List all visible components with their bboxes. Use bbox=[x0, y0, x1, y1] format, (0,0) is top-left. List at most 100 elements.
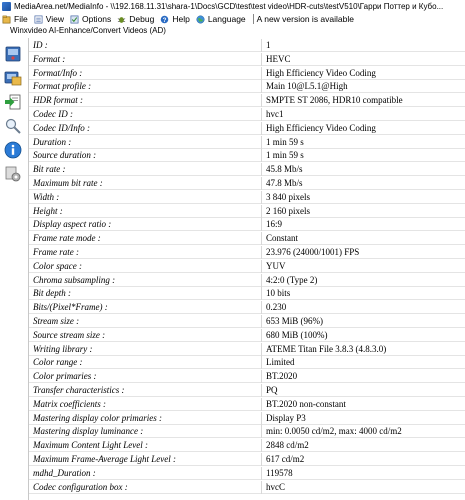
table-row[interactable]: ID : 1 bbox=[29, 39, 465, 52]
menu-bar: File View Options Debug ? Help Language … bbox=[0, 12, 465, 26]
column-divider bbox=[261, 163, 262, 177]
field-name: Color space : bbox=[33, 260, 82, 271]
field-value: PQ bbox=[266, 385, 278, 395]
window-title: MediaArea.net/MediaInfo - \\192.168.11.3… bbox=[14, 1, 444, 11]
table-row[interactable]: Frame rate : 23.976 (24000/1001) FPS bbox=[29, 246, 465, 259]
find-button[interactable] bbox=[3, 116, 23, 136]
column-divider bbox=[261, 328, 262, 342]
menu-help-label: Help bbox=[172, 14, 190, 24]
table-row[interactable]: Matrix coefficients : BT.2020 non-constan… bbox=[29, 397, 465, 411]
field-name: Maximum Content Light Level : bbox=[33, 440, 148, 451]
table-row[interactable]: Width : 3 840 pixels bbox=[29, 190, 465, 204]
column-divider bbox=[261, 425, 262, 439]
table-row[interactable]: Bit depth : 10 bits bbox=[29, 287, 465, 301]
table-row[interactable]: HDR format : SMPTE ST 2086, HDR10 compati… bbox=[29, 94, 465, 108]
table-row[interactable]: Writing library : ATEME Titan File 3.8.3 … bbox=[29, 342, 465, 356]
table-row[interactable]: Source duration : 1 min 59 s bbox=[29, 149, 465, 163]
field-name: Frame rate mode : bbox=[33, 233, 101, 244]
field-value: hvc1 bbox=[266, 109, 284, 119]
mediainfo-app-icon bbox=[2, 1, 11, 11]
table-row[interactable]: Display aspect ratio : 16:9 bbox=[29, 218, 465, 232]
field-name: Transfer characteristics : bbox=[33, 385, 125, 395]
field-value: 2 160 pixels bbox=[266, 205, 310, 216]
open-file-button[interactable] bbox=[3, 44, 23, 64]
table-row[interactable]: Bits/(Pixel*Frame) : 0.230 bbox=[29, 301, 465, 315]
open-folder-button[interactable] bbox=[3, 68, 23, 88]
column-divider bbox=[261, 384, 262, 397]
field-value: YUV bbox=[266, 260, 286, 271]
new-version-notice[interactable]: A new version is available bbox=[257, 14, 354, 24]
field-value: 2848 cd/m2 bbox=[266, 440, 309, 451]
table-row[interactable]: Mastering display color primaries : Displ… bbox=[29, 411, 465, 425]
field-name: Maximum bit rate : bbox=[33, 178, 103, 188]
field-value: 45.8 Mb/s bbox=[266, 164, 303, 175]
field-name: Source duration : bbox=[33, 150, 97, 161]
table-row[interactable]: Mastering display luminance : min: 0.0050… bbox=[29, 425, 465, 439]
column-divider bbox=[261, 121, 262, 135]
table-row[interactable]: Color primaries : BT.2020 bbox=[29, 370, 465, 384]
menu-options[interactable]: Options bbox=[68, 12, 115, 26]
column-divider bbox=[261, 232, 262, 246]
table-row[interactable]: Duration : 1 min 59 s bbox=[29, 135, 465, 149]
field-name: Bit depth : bbox=[33, 288, 71, 299]
menu-language[interactable]: Language bbox=[194, 12, 250, 26]
table-row[interactable]: Format : HEVC bbox=[29, 52, 465, 66]
menu-file-label: File bbox=[14, 14, 28, 24]
column-divider bbox=[261, 342, 262, 356]
table-row[interactable]: Codec ID/Info : High Efficiency Video Cod… bbox=[29, 121, 465, 135]
table-row[interactable]: Format profile : Main 10@L5.1@High bbox=[29, 80, 465, 94]
field-value: Constant bbox=[266, 233, 299, 244]
menu-file[interactable]: File bbox=[0, 12, 32, 26]
field-name: mdhd_Duration : bbox=[33, 467, 96, 478]
column-divider bbox=[261, 411, 262, 425]
table-row[interactable]: Transfer characteristics : PQ bbox=[29, 384, 465, 397]
column-divider bbox=[261, 94, 262, 108]
field-name: Color primaries : bbox=[33, 371, 97, 382]
field-value: Main 10@L5.1@High bbox=[266, 81, 348, 92]
table-row[interactable]: Source stream size : 680 MiB (100%) bbox=[29, 328, 465, 342]
field-name: Mastering display color primaries : bbox=[33, 412, 162, 423]
column-divider bbox=[261, 66, 262, 80]
media-info-table[interactable]: ID : 1 Format : HEVC Format/Info : High Effic… bbox=[28, 38, 465, 500]
column-divider bbox=[261, 39, 262, 52]
table-row[interactable]: Maximum Frame-Average Light Level : 617 c… bbox=[29, 453, 465, 466]
menu-debug[interactable]: Debug bbox=[115, 12, 158, 26]
field-value: 1 min 59 s bbox=[266, 150, 304, 161]
menu-view[interactable]: View bbox=[32, 12, 68, 26]
menu-help[interactable]: ? Help bbox=[158, 12, 193, 26]
table-row[interactable]: Codec ID : hvc1 bbox=[29, 108, 465, 121]
preferences-button[interactable] bbox=[3, 164, 23, 184]
menu-separator bbox=[252, 14, 254, 24]
table-row[interactable]: mdhd_Duration : 119578 bbox=[29, 466, 465, 480]
field-name: Source stream size : bbox=[33, 329, 106, 340]
table-row[interactable]: Chroma subsampling : 4:2:0 (Type 2) bbox=[29, 273, 465, 287]
language-icon bbox=[196, 14, 205, 24]
field-value: 653 MiB (96%) bbox=[266, 316, 323, 326]
column-divider bbox=[261, 397, 262, 411]
table-row[interactable]: Frame rate mode : Constant bbox=[29, 232, 465, 246]
field-value: High Efficiency Video Coding bbox=[266, 67, 376, 78]
table-row[interactable]: Maximum Content Light Level : 2848 cd/m2 bbox=[29, 439, 465, 453]
table-row[interactable]: Height : 2 160 pixels bbox=[29, 204, 465, 218]
field-value: BT.2020 bbox=[266, 371, 298, 382]
field-value: 23.976 (24000/1001) FPS bbox=[266, 247, 360, 257]
column-divider bbox=[261, 315, 262, 328]
field-name: Bits/(Pixel*Frame) : bbox=[33, 302, 108, 313]
preferences-icon bbox=[5, 166, 21, 182]
field-name: Format : bbox=[33, 53, 66, 64]
field-name: Mastering display luminance : bbox=[33, 426, 144, 437]
table-row[interactable]: Maximum bit rate : 47.8 Mb/s bbox=[29, 177, 465, 190]
table-row[interactable]: Stream size : 653 MiB (96%) bbox=[29, 315, 465, 328]
table-row[interactable]: Format/Info : High Efficiency Video Codin… bbox=[29, 66, 465, 80]
info-button[interactable] bbox=[3, 140, 23, 160]
table-row[interactable]: Codec configuration box : hvcC bbox=[29, 480, 465, 494]
field-name: Format/Info : bbox=[33, 67, 83, 78]
view-icon bbox=[34, 15, 43, 23]
export-button[interactable] bbox=[3, 92, 23, 112]
table-row[interactable]: Bit rate : 45.8 Mb/s bbox=[29, 163, 465, 177]
column-divider bbox=[261, 149, 262, 163]
table-row[interactable]: Color range : Limited bbox=[29, 356, 465, 370]
menu-view-label: View bbox=[45, 14, 64, 24]
svg-text:?: ? bbox=[163, 16, 167, 23]
table-row[interactable]: Color space : YUV bbox=[29, 259, 465, 273]
